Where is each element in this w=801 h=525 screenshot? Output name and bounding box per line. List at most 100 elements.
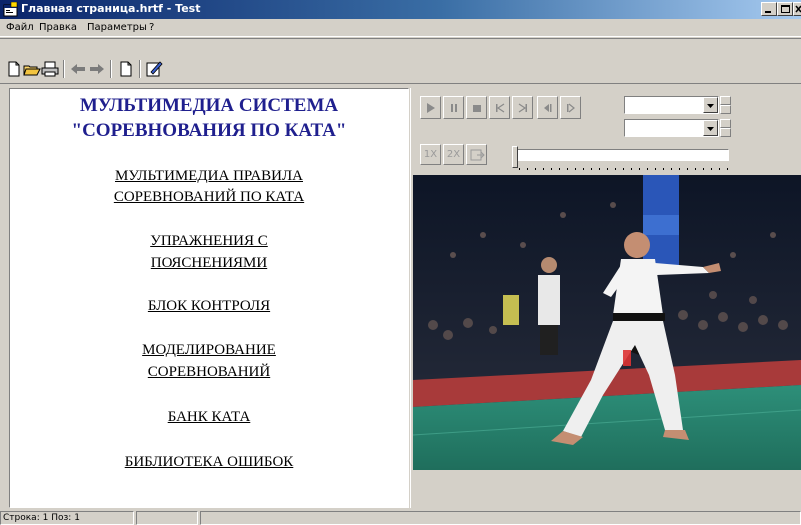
spin-down-icon[interactable] (720, 105, 731, 114)
menu-bar: Файл Правка Параметры ? (0, 19, 801, 37)
skip-start-button[interactable] (489, 96, 510, 119)
stop-icon (473, 105, 481, 112)
slider-tick (655, 168, 656, 170)
slider-tick (663, 168, 664, 170)
step-forward-icon (567, 103, 575, 113)
title-bar[interactable]: Главная страница.hrtf - Test (0, 0, 801, 19)
spin-down-icon[interactable] (720, 128, 731, 137)
nav-link-modeling-line1[interactable]: МОДЕЛИРОВАНИЕ (10, 340, 408, 360)
skip-end-icon (518, 103, 527, 113)
status-cell-3 (200, 511, 801, 525)
nav-link-exercises-line2[interactable]: ПОЯСНЕНИЯМИ (10, 253, 408, 273)
status-row-label: Строка: (3, 513, 40, 523)
slider-tick (623, 168, 624, 170)
media-panel: 1X 2X (413, 88, 801, 508)
minimize-button[interactable] (761, 2, 777, 16)
spinner-2[interactable] (720, 119, 731, 137)
close-icon (795, 5, 801, 13)
dropdown-1-arrow[interactable] (703, 97, 718, 113)
status-bar: Строка: 1 Поз: 1 (0, 509, 801, 525)
nav-link-exercises-line1[interactable]: УПРАЖНЕНИЯ С (10, 231, 408, 251)
spin-up-icon[interactable] (720, 96, 731, 105)
step-back-icon (544, 104, 552, 112)
speed-1x-button[interactable]: 1X (420, 144, 441, 165)
step-forward-button[interactable] (560, 96, 581, 119)
slider-tick (671, 168, 672, 170)
maximize-button[interactable] (777, 2, 793, 16)
menu-edit[interactable]: Правка (39, 22, 77, 33)
new-file-icon[interactable] (5, 60, 23, 78)
nav-link-rules-line1[interactable]: МУЛЬТИМЕДИА ПРАВИЛА (10, 166, 408, 186)
status-text: Строка: 1 Поз: 1 (3, 513, 80, 523)
spin-up-icon[interactable] (720, 119, 731, 128)
slider-tick (607, 168, 608, 170)
status-cell-2 (136, 511, 198, 525)
pause-button[interactable] (443, 96, 464, 119)
slider-tick (631, 168, 632, 170)
slider-tick (543, 168, 544, 170)
slider-tick (711, 168, 712, 170)
speed-2x-button[interactable]: 2X (443, 144, 464, 165)
slider-tick (583, 168, 584, 170)
slider-tick (679, 168, 680, 170)
spinner-1[interactable] (720, 96, 731, 114)
slider-tick (527, 168, 528, 170)
print-icon[interactable] (41, 60, 59, 78)
slider-tick (559, 168, 560, 170)
nav-link-modeling-line2[interactable]: СОРЕВНОВАНИЙ (10, 362, 408, 382)
dropdown-2-arrow[interactable] (703, 120, 718, 136)
toolbar-separator (63, 60, 65, 78)
toolbar-separator (110, 60, 112, 78)
chevron-down-icon (707, 127, 714, 131)
menu-file[interactable]: Файл (6, 22, 34, 33)
nav-link-error-library[interactable]: БИБЛИОТЕКА ОШИБОК (10, 452, 408, 472)
window-title: Главная страница.hrtf - Test (21, 2, 201, 15)
page-title-line1: МУЛЬТИМЕДИА СИСТЕМА (79, 95, 339, 116)
close-button[interactable] (793, 2, 801, 16)
page-icon[interactable] (117, 60, 135, 78)
seek-slider-track[interactable] (517, 149, 729, 161)
slider-tick (695, 168, 696, 170)
toolbar-separator (139, 60, 141, 78)
slider-tick (567, 168, 568, 170)
forward-arrow-icon[interactable] (88, 60, 106, 78)
pause-icon (451, 104, 457, 112)
karate-kata-video-image (413, 175, 801, 470)
seek-slider-thumb[interactable] (512, 146, 518, 168)
nav-link-kata-bank[interactable]: БАНК КАТА (10, 407, 408, 427)
slider-tick (703, 168, 704, 170)
fit-screen-button[interactable] (466, 144, 487, 165)
slider-tick (687, 168, 688, 170)
step-back-button[interactable] (537, 96, 558, 119)
nav-link-control[interactable]: БЛОК КОНТРОЛЯ (10, 296, 408, 316)
minimize-icon (765, 11, 771, 13)
slider-tick (647, 168, 648, 170)
slider-tick (535, 168, 536, 170)
back-arrow-icon[interactable] (69, 60, 87, 78)
stop-button[interactable] (466, 96, 487, 119)
slider-tick (575, 168, 576, 170)
skip-end-button[interactable] (512, 96, 533, 119)
nav-link-rules-line2[interactable]: СОРЕВНОВАНИЙ ПО КАТА (10, 187, 408, 207)
slider-tick (719, 168, 720, 170)
page-title-line2: "СОРЕВНОВАНИЯ ПО КАТА" (71, 120, 347, 141)
edit-icon[interactable] (145, 60, 163, 78)
slider-tick (519, 168, 520, 170)
status-row-value: 1 (42, 513, 49, 523)
slider-tick (551, 168, 552, 170)
dropdown-2[interactable] (624, 119, 719, 137)
toolbar-divider (0, 83, 801, 84)
open-folder-icon[interactable] (23, 60, 41, 78)
menu-parameters[interactable]: Параметры (87, 22, 147, 33)
slider-tick (599, 168, 600, 170)
video-frame[interactable] (413, 175, 801, 470)
slider-tick (591, 168, 592, 170)
status-pos-value: 1 (74, 513, 80, 523)
play-button[interactable] (420, 96, 441, 119)
app-window: Главная страница.hrtf - Test Файл Правка… (0, 0, 801, 525)
menu-help[interactable]: ? (149, 22, 154, 33)
dropdown-1[interactable] (624, 96, 719, 114)
fit-screen-icon (470, 149, 485, 161)
slider-tick (615, 168, 616, 170)
slider-tick (639, 168, 640, 170)
